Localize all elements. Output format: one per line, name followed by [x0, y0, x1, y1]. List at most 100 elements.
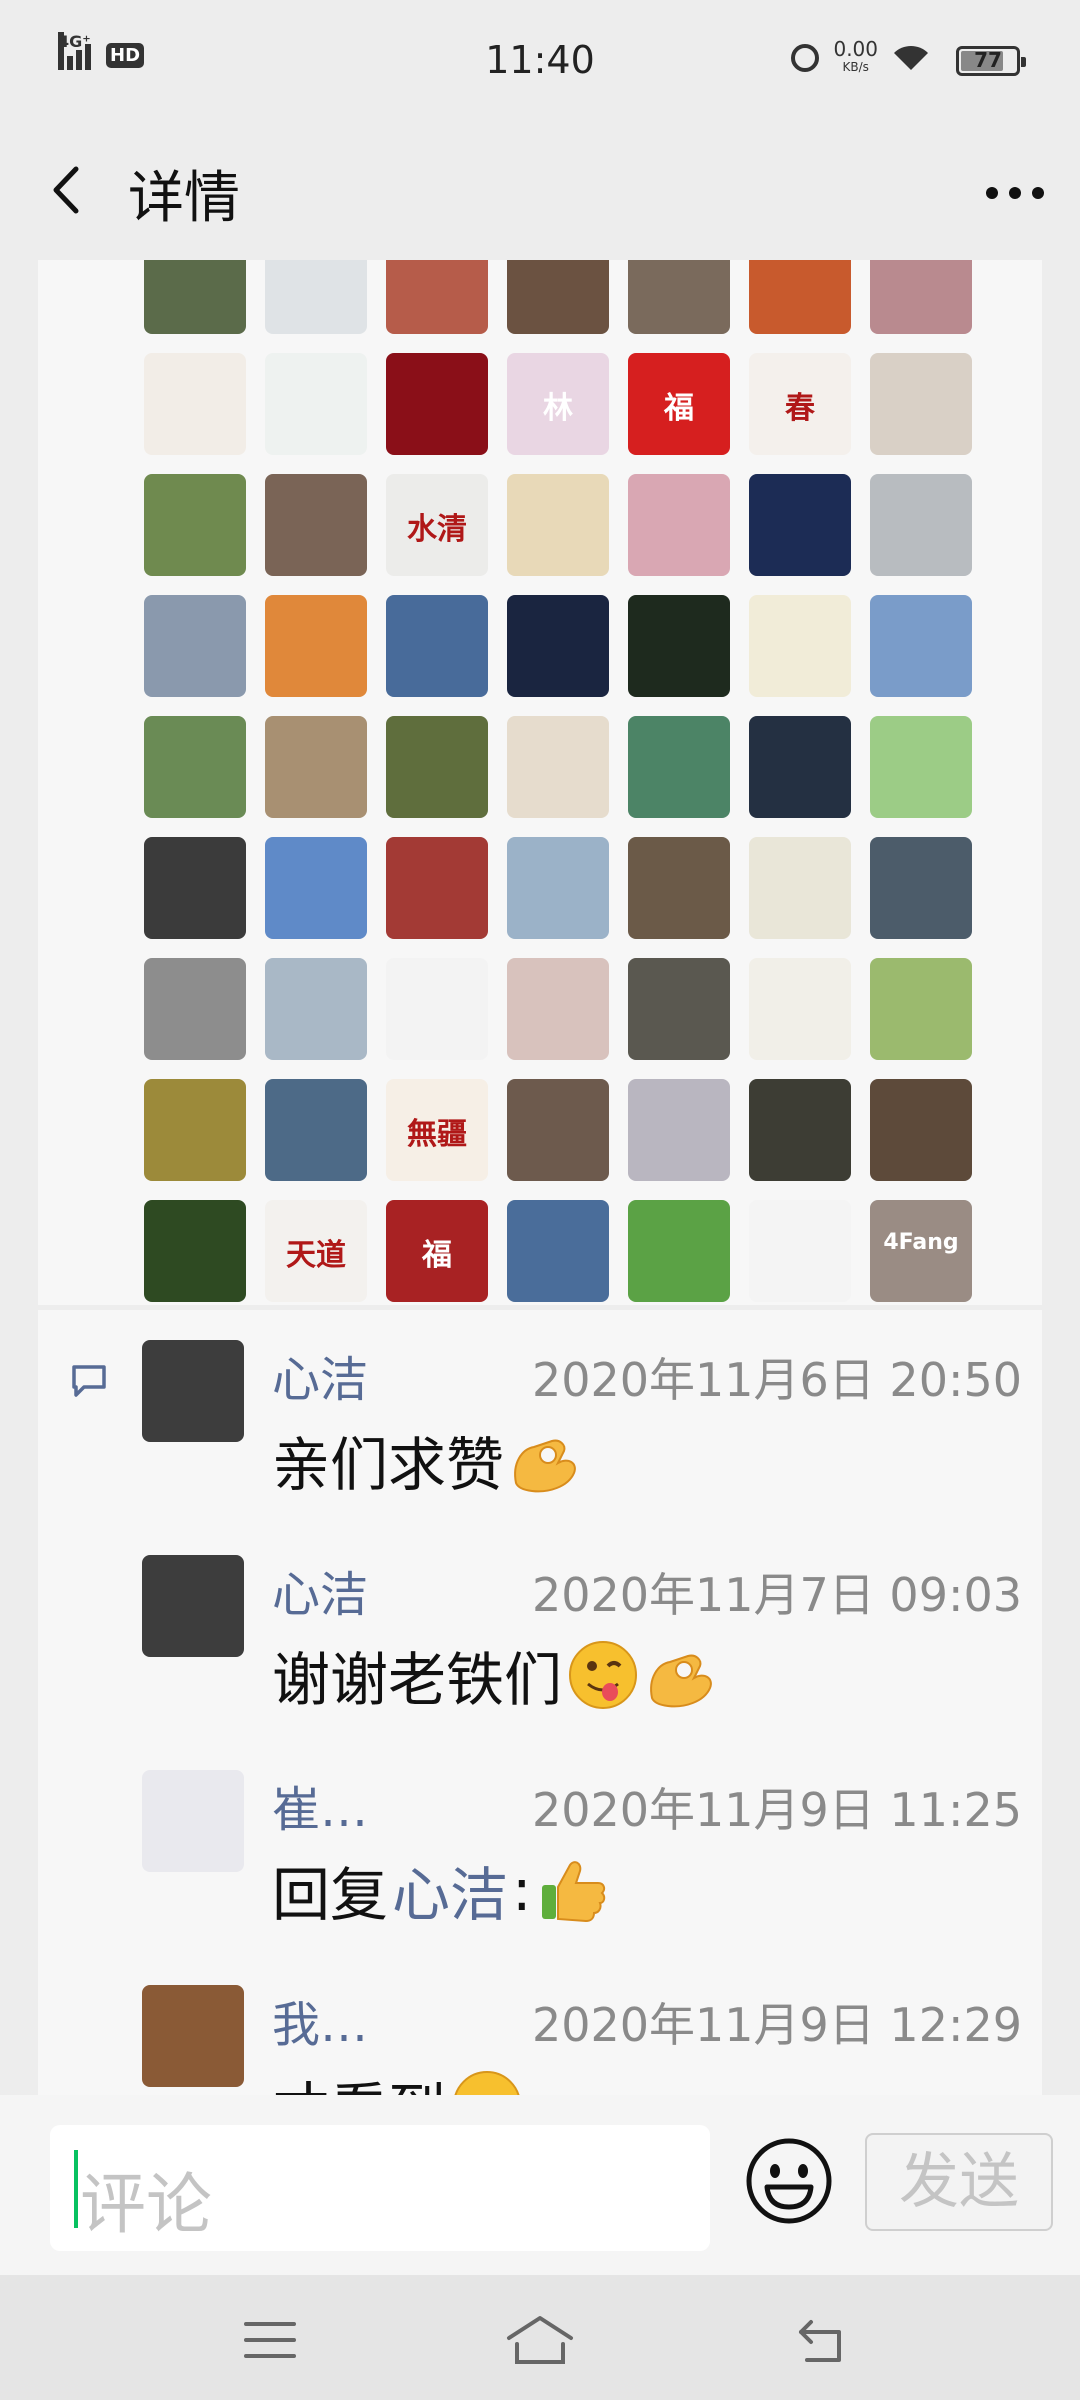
liker-avatar[interactable]: [870, 958, 972, 1060]
liker-avatar[interactable]: [265, 474, 367, 576]
liker-avatar[interactable]: 無疆: [386, 1079, 488, 1181]
liker-avatar[interactable]: [507, 958, 609, 1060]
avatar-text: 4Fang: [883, 1230, 959, 1255]
liker-avatar[interactable]: [870, 353, 972, 455]
liker-avatar[interactable]: [749, 716, 851, 818]
avatar-text: 無疆: [407, 1117, 467, 1152]
liker-avatar[interactable]: [870, 474, 972, 576]
reply-colon: :: [512, 1856, 532, 1924]
comment-time: 2020年11月7日 09:03: [531, 1568, 1022, 1622]
liker-avatar[interactable]: [628, 595, 730, 697]
send-button[interactable]: 发送: [865, 2133, 1053, 2231]
comment-item: 心洁 2020年11月7日 09:03 谢谢老铁们: [142, 1555, 1022, 1755]
liker-avatar[interactable]: [870, 837, 972, 939]
liker-avatar[interactable]: [386, 958, 488, 1060]
commenter-avatar[interactable]: [142, 1985, 244, 2087]
commenter-avatar[interactable]: [142, 1555, 244, 1657]
liker-avatar[interactable]: [386, 595, 488, 697]
liker-avatar[interactable]: 福: [628, 353, 730, 455]
liker-avatar[interactable]: [386, 837, 488, 939]
reply-to-name[interactable]: 心洁: [392, 1848, 508, 1932]
liker-avatar[interactable]: [507, 260, 609, 334]
battery-icon: 77: [956, 46, 1026, 76]
comment-text: 亲们求赞: [272, 1418, 582, 1502]
liker-avatar[interactable]: [386, 260, 488, 334]
ok-hand-emoji-icon: [650, 1654, 712, 1708]
liker-avatar[interactable]: [749, 837, 851, 939]
liker-avatar[interactable]: [265, 1079, 367, 1181]
home-icon[interactable]: [505, 2310, 575, 2370]
liker-avatar[interactable]: [144, 1200, 246, 1302]
liker-avatar[interactable]: [265, 353, 367, 455]
liker-avatar[interactable]: [144, 958, 246, 1060]
liked-avatars-grid: 林福春水清 無疆 天道福 4Fang: [144, 260, 972, 1302]
liker-avatar[interactable]: [749, 1200, 851, 1302]
liker-avatar[interactable]: [144, 837, 246, 939]
liker-avatar[interactable]: [265, 958, 367, 1060]
liker-avatar[interactable]: [144, 716, 246, 818]
liker-avatar[interactable]: 天道: [265, 1200, 367, 1302]
liker-avatar[interactable]: [265, 716, 367, 818]
liker-avatar[interactable]: [507, 474, 609, 576]
liker-avatar[interactable]: [628, 1200, 730, 1302]
liker-avatar[interactable]: [628, 474, 730, 576]
liker-avatar[interactable]: [628, 837, 730, 939]
commenter-name[interactable]: 我…: [272, 1985, 368, 2055]
liker-avatar[interactable]: [144, 260, 246, 334]
liker-avatar[interactable]: [144, 353, 246, 455]
emoji-picker-icon[interactable]: [743, 2135, 835, 2227]
liker-avatar[interactable]: [870, 260, 972, 334]
liker-avatar[interactable]: 春: [749, 353, 851, 455]
liker-avatar[interactable]: [144, 595, 246, 697]
liker-avatar[interactable]: [265, 837, 367, 939]
liker-avatar[interactable]: [870, 595, 972, 697]
commenter-name[interactable]: 心洁: [272, 1555, 368, 1625]
menu-icon[interactable]: [240, 2310, 300, 2370]
liker-avatar[interactable]: [870, 1079, 972, 1181]
liker-avatar[interactable]: [265, 260, 367, 334]
comment-time: 2020年11月9日 11:25: [531, 1783, 1022, 1837]
winking-tongue-emoji-icon: [569, 1641, 638, 1709]
reply-prefix: 回复: [272, 1861, 389, 1929]
liker-avatar[interactable]: [628, 1079, 730, 1181]
liker-avatar[interactable]: 林: [507, 353, 609, 455]
system-nav-bar: [0, 2275, 1080, 2400]
more-options-icon[interactable]: [980, 163, 1050, 223]
comment-input[interactable]: 评论: [50, 2125, 710, 2251]
liker-avatar[interactable]: [386, 716, 488, 818]
liker-avatar[interactable]: [265, 595, 367, 697]
commenter-avatar[interactable]: [142, 1770, 244, 1872]
liker-avatar[interactable]: [507, 595, 609, 697]
liker-avatar[interactable]: 4Fang: [870, 1200, 972, 1302]
avatar-text: 林: [543, 391, 573, 426]
commenter-name[interactable]: 心洁: [272, 1340, 368, 1410]
liker-avatar[interactable]: [749, 958, 851, 1060]
back-arrow-icon[interactable]: [40, 155, 100, 225]
liker-avatar[interactable]: [507, 1079, 609, 1181]
liker-avatar[interactable]: 水清: [386, 474, 488, 576]
liker-avatar[interactable]: [628, 260, 730, 334]
liker-avatar[interactable]: [507, 1200, 609, 1302]
liker-avatar[interactable]: [507, 837, 609, 939]
smile-emoji-icon: [454, 2071, 520, 2095]
liker-avatar[interactable]: [507, 716, 609, 818]
liker-avatar[interactable]: [144, 474, 246, 576]
liker-avatar[interactable]: 福: [386, 1200, 488, 1302]
liker-avatar[interactable]: [144, 1079, 246, 1181]
commenter-name[interactable]: 崔…: [272, 1770, 368, 1840]
liker-avatar[interactable]: [749, 595, 851, 697]
avatar-text: 福: [422, 1238, 452, 1273]
comment-bubble-icon: [72, 1365, 106, 1397]
liker-avatar[interactable]: [386, 353, 488, 455]
back-nav-icon[interactable]: [795, 2310, 855, 2370]
liker-avatar[interactable]: [749, 474, 851, 576]
liker-avatar[interactable]: [870, 716, 972, 818]
liker-avatar[interactable]: [628, 958, 730, 1060]
commenter-avatar[interactable]: [142, 1340, 244, 1442]
liker-avatar[interactable]: [749, 1079, 851, 1181]
comment-item: 心洁 2020年11月6日 20:50 亲们求赞: [142, 1340, 1022, 1540]
network-speed: 0.00 KB/s: [833, 39, 878, 76]
comment-body: 才看到: [272, 2063, 446, 2095]
liker-avatar[interactable]: [628, 716, 730, 818]
liker-avatar[interactable]: [749, 260, 851, 334]
